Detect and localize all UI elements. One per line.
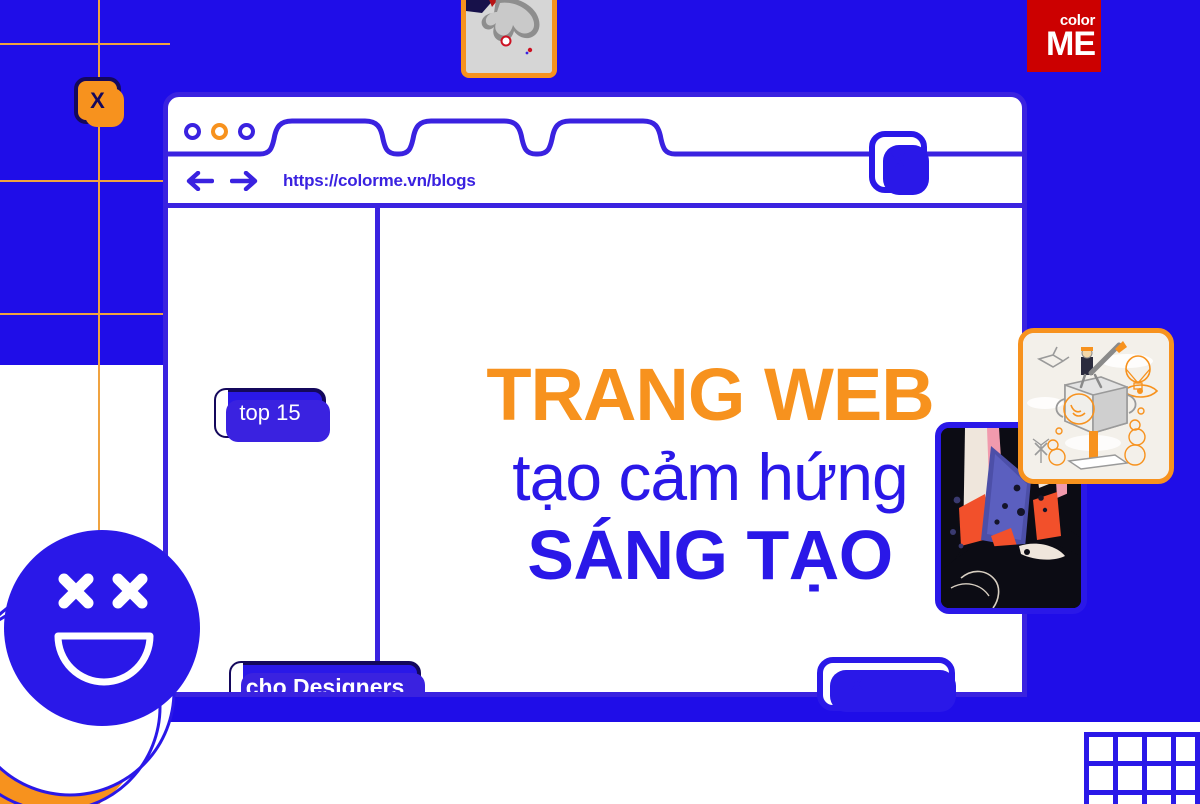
headline-line-2: tạo cảm hứng [512, 440, 908, 514]
x-dash-label: x [851, 672, 863, 695]
x-badge-white-label: X [889, 148, 906, 175]
x-dash-pill[interactable]: x [817, 657, 956, 712]
headline-line-1: TRANG WEB [486, 353, 934, 436]
badge-audience-label: cho Designers [245, 673, 405, 693]
smiley-decoration [0, 495, 260, 804]
colorme-logo: color ME [1027, 0, 1101, 72]
decor-grid-bottom-right [1084, 732, 1200, 804]
browser-nav-controls [186, 171, 258, 191]
badge-top-rank[interactable]: top 15 [214, 388, 330, 442]
dash-icon [874, 681, 921, 687]
browser-content: top 15 cho Designers TRANG WEB tạo cảm h… [168, 208, 1022, 692]
logo-text-me: ME [1046, 24, 1096, 63]
poster-canvas: color ME X https://colorme.vn/blogs top … [0, 0, 1200, 804]
illustration-card [1018, 328, 1174, 484]
hand-photo-artwork [466, 0, 552, 73]
browser-main-pane: TRANG WEB tạo cảm hứng SÁNG TẠO [380, 208, 1022, 692]
hand-photo-card [461, 0, 557, 78]
x-badge-orange[interactable]: X [74, 77, 124, 127]
arrow-right-icon[interactable] [230, 171, 258, 191]
smiley-face-icon [0, 530, 200, 804]
headline-line-3: SÁNG TẠO [527, 516, 893, 594]
url-text[interactable]: https://colorme.vn/blogs [283, 171, 476, 191]
illustration-artwork [1023, 333, 1169, 479]
x-badge-white[interactable]: X [869, 131, 929, 195]
headline-block: TRANG WEB tạo cảm hứng SÁNG TẠO [430, 353, 990, 594]
x-badge-orange-label: X [90, 87, 105, 113]
arrow-left-icon[interactable] [186, 171, 214, 191]
grid-line-horizontal-1 [0, 43, 170, 45]
grid-line-horizontal-2 [0, 180, 170, 182]
grid-line-horizontal-3 [0, 313, 170, 315]
badge-top-rank-label: top 15 [239, 400, 301, 425]
